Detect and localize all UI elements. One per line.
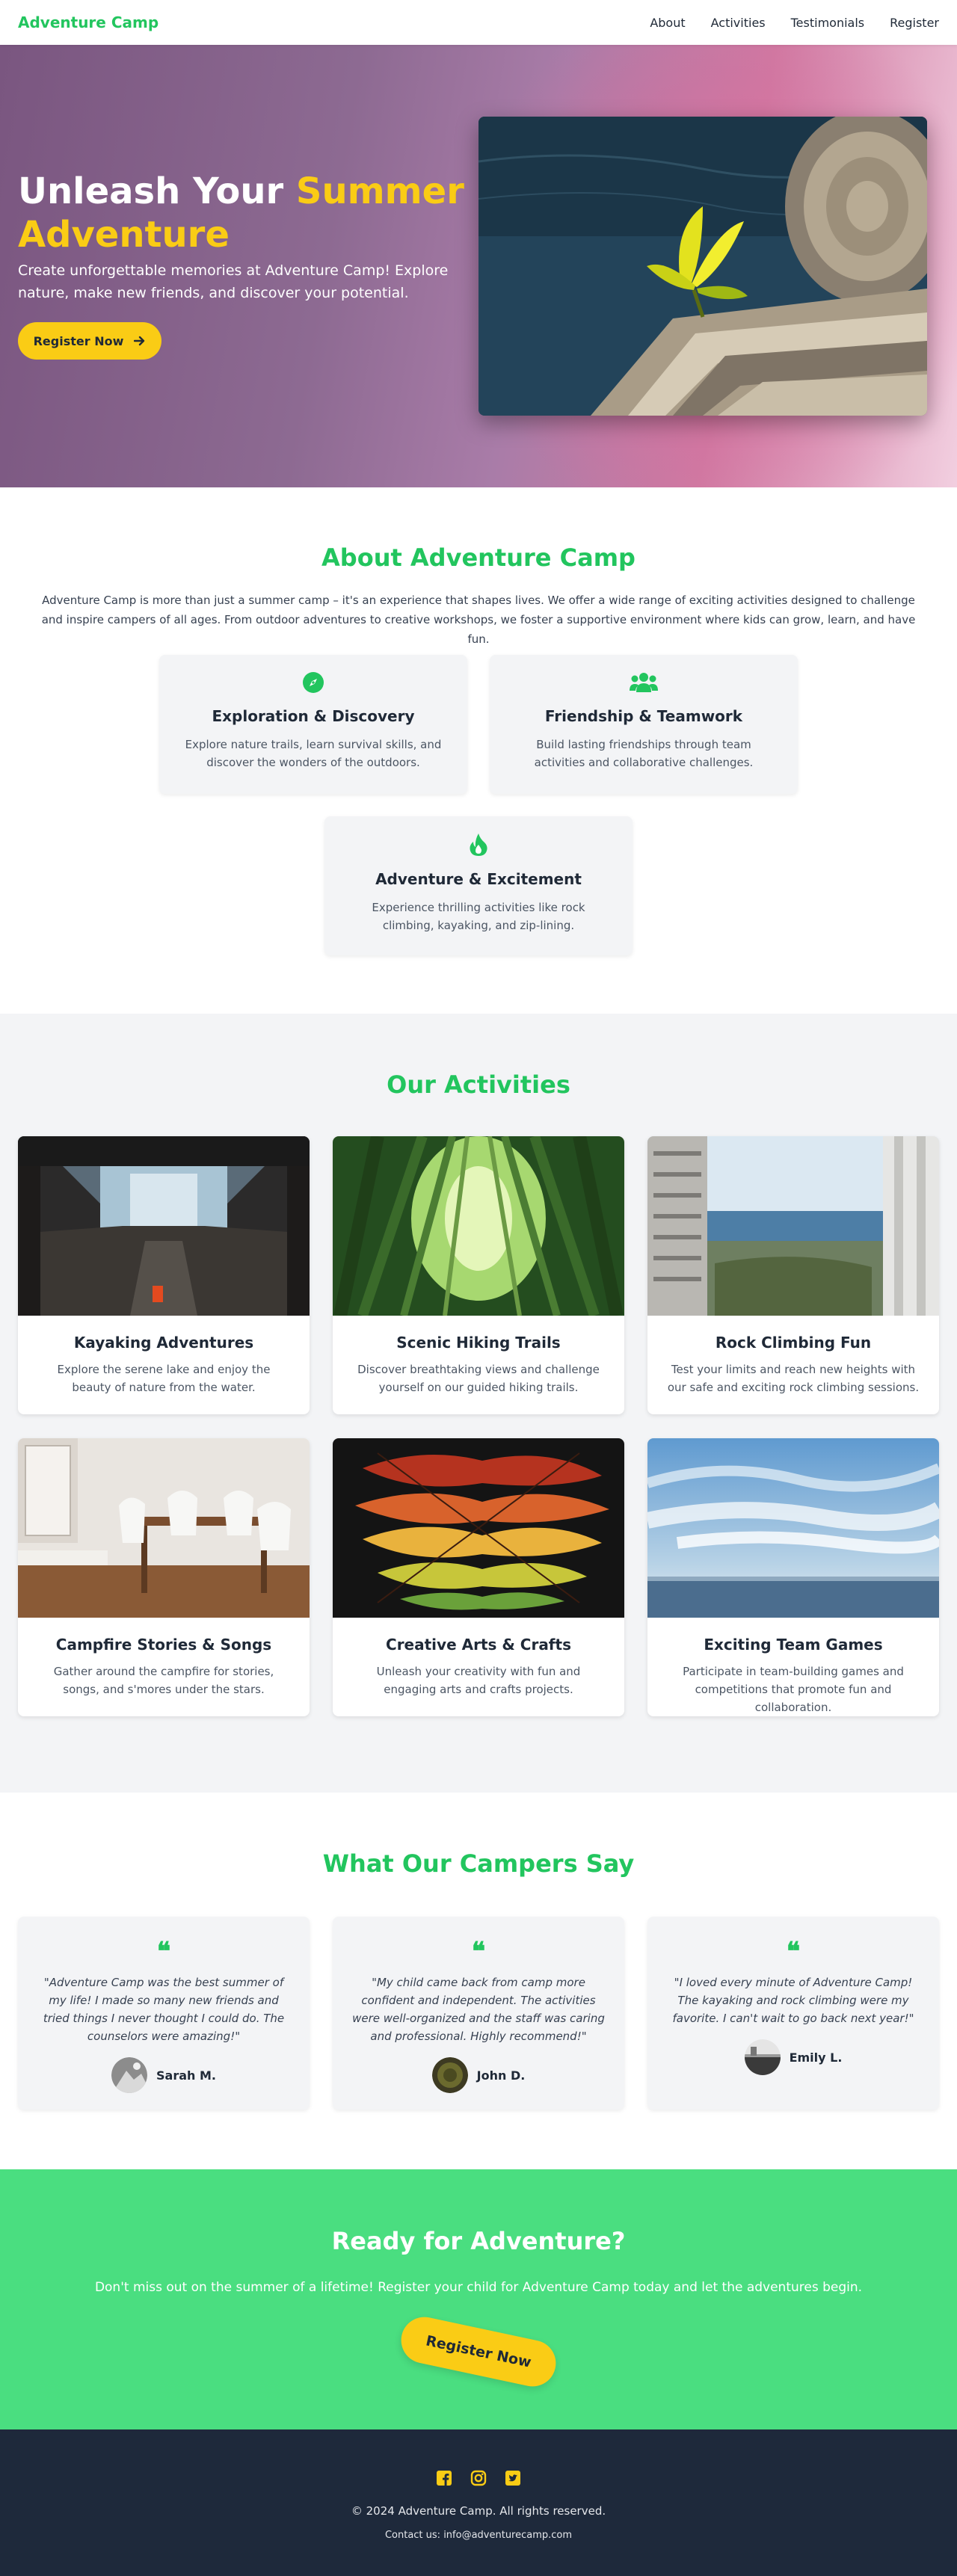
hero-register-label: Register Now <box>33 333 124 348</box>
about-section-text: Adventure Camp is more than just a summe… <box>41 594 916 646</box>
testimonial-text: "I loved every minute of Adventure Camp!… <box>672 1976 914 2025</box>
feature-card-exploration: Exploration & Discovery Explore nature t… <box>159 655 467 794</box>
top-navbar: Adventure Camp About Activities Testimon… <box>0 0 957 45</box>
sky-and-sea-photo <box>647 1438 939 1618</box>
feature-title: Friendship & Teamwork <box>544 707 743 725</box>
twitter-icon[interactable] <box>505 2470 521 2486</box>
activity-description: Discover breathtaking views and challeng… <box>357 1363 600 1394</box>
activity-card-kayaking: Kayaking Adventures Explore the serene l… <box>18 1136 310 1414</box>
activity-title: Creative Arts & Crafts <box>386 1636 571 1654</box>
hero-title: Unleash Your Summer Adventure <box>18 170 496 256</box>
cta-text: Don't miss out on the summer of a lifeti… <box>94 2280 863 2295</box>
avatar <box>744 2039 781 2075</box>
nav-link-activities[interactable]: Activities <box>711 16 766 30</box>
testimonial-card: ❝ "My child came back from camp more con… <box>333 1917 624 2110</box>
author-name: John D. <box>476 2068 526 2083</box>
corridor-photo <box>18 1136 310 1316</box>
nav-link-about[interactable]: About <box>650 16 685 30</box>
testimonial-author: Sarah M. <box>37 2057 290 2093</box>
activities-section-title: Our Activities <box>387 1070 570 1099</box>
feature-title: Exploration & Discovery <box>212 707 415 725</box>
testimonial-author: John D. <box>352 2057 605 2093</box>
activity-card-climbing: Rock Climbing Fun Test your limits and r… <box>647 1136 939 1414</box>
feature-card-adventure: Adventure & Excitement Experience thrill… <box>324 816 633 955</box>
testimonial-text: "My child came back from camp more confi… <box>352 1976 605 2043</box>
testimonial-author: Emily L. <box>667 2039 920 2075</box>
hero-subtitle: Create unforgettable memories at Adventu… <box>18 262 449 301</box>
seaside-buildings-photo <box>647 1136 939 1316</box>
activity-title: Scenic Hiking Trails <box>396 1334 561 1352</box>
activity-title: Kayaking Adventures <box>73 1334 254 1352</box>
hero-title-main: Unleash Your <box>18 170 296 212</box>
activity-title: Campfire Stories & Songs <box>55 1636 272 1654</box>
activity-description: Gather around the campfire for stories, … <box>53 1665 274 1696</box>
testimonial-text: "Adventure Camp was the best summer of m… <box>43 1976 285 2043</box>
bamboo-forest-photo <box>333 1136 624 1316</box>
dining-room-photo <box>18 1438 310 1618</box>
activity-title: Exciting Team Games <box>704 1636 883 1654</box>
avatar <box>431 2057 468 2093</box>
about-section-title: About Adventure Camp <box>321 543 636 572</box>
quote-left-icon: ❝ <box>471 1937 486 1967</box>
contact-email-text[interactable]: Contact us: info@adventurecamp.com <box>0 2530 957 2541</box>
feature-description: Build lasting friendships through team a… <box>534 738 754 769</box>
activity-title: Rock Climbing Fun <box>715 1334 872 1352</box>
compass-icon <box>303 672 324 693</box>
autumn-leaves-photo <box>333 1438 624 1618</box>
testimonials-section-title: What Our Campers Say <box>322 1849 635 1878</box>
quote-left-icon: ❝ <box>786 1937 801 1967</box>
avatar <box>111 2057 148 2093</box>
feature-card-friendship: Friendship & Teamwork Build lasting frie… <box>490 655 798 794</box>
cta-title: Ready for Adventure? <box>331 2227 626 2255</box>
arrow-right-icon <box>134 336 145 346</box>
footer: © 2024 Adventure Camp. All rights reserv… <box>0 2429 957 2576</box>
activity-card-team-games: Exciting Team Games Participate in team-… <box>647 1438 939 1716</box>
nav-links: About Activities Testimonials Register <box>650 16 939 30</box>
activity-card-hiking: Scenic Hiking Trails Discover breathtaki… <box>333 1136 624 1414</box>
hero-register-button[interactable]: Register Now <box>18 322 161 360</box>
activity-description: Explore the serene lake and enjoy the be… <box>57 1363 271 1394</box>
activity-description: Test your limits and reach new heights w… <box>667 1363 920 1394</box>
activity-description: Participate in team-building games and c… <box>683 1665 904 1714</box>
copyright-text: © 2024 Adventure Camp. All rights reserv… <box>351 2504 606 2518</box>
activity-description: Unleash your creativity with fun and eng… <box>376 1665 581 1696</box>
social-links <box>0 2470 957 2486</box>
hero-image <box>478 117 927 416</box>
feature-title: Adventure & Excitement <box>375 870 582 888</box>
brand-logo-link[interactable]: Adventure Camp <box>18 13 159 31</box>
author-name: Emily L. <box>789 2050 843 2065</box>
users-icon <box>630 673 658 692</box>
instagram-icon[interactable] <box>470 2470 487 2486</box>
cta-section: Ready for Adventure? Don't miss out on t… <box>0 2169 957 2429</box>
fire-icon <box>470 833 487 856</box>
testimonial-card: ❝ "I loved every minute of Adventure Cam… <box>647 1917 939 2110</box>
activity-card-arts: Creative Arts & Crafts Unleash your crea… <box>333 1438 624 1716</box>
nav-link-register[interactable]: Register <box>890 16 939 30</box>
author-name: Sarah M. <box>156 2068 216 2083</box>
nav-link-testimonials[interactable]: Testimonials <box>791 16 865 30</box>
feature-description: Experience thrilling activities like roc… <box>372 901 585 932</box>
facebook-icon[interactable] <box>436 2470 452 2486</box>
quote-left-icon: ❝ <box>156 1937 171 1967</box>
feature-description: Explore nature trails, learn survival sk… <box>185 738 442 769</box>
hero-section: Unleash Your Summer Adventure Create unf… <box>0 45 957 487</box>
cta-register-button[interactable]: Register Now <box>396 2312 561 2391</box>
activity-card-campfire: Campfire Stories & Songs Gather around t… <box>18 1438 310 1716</box>
testimonial-card: ❝ "Adventure Camp was the best summer of… <box>18 1917 310 2110</box>
